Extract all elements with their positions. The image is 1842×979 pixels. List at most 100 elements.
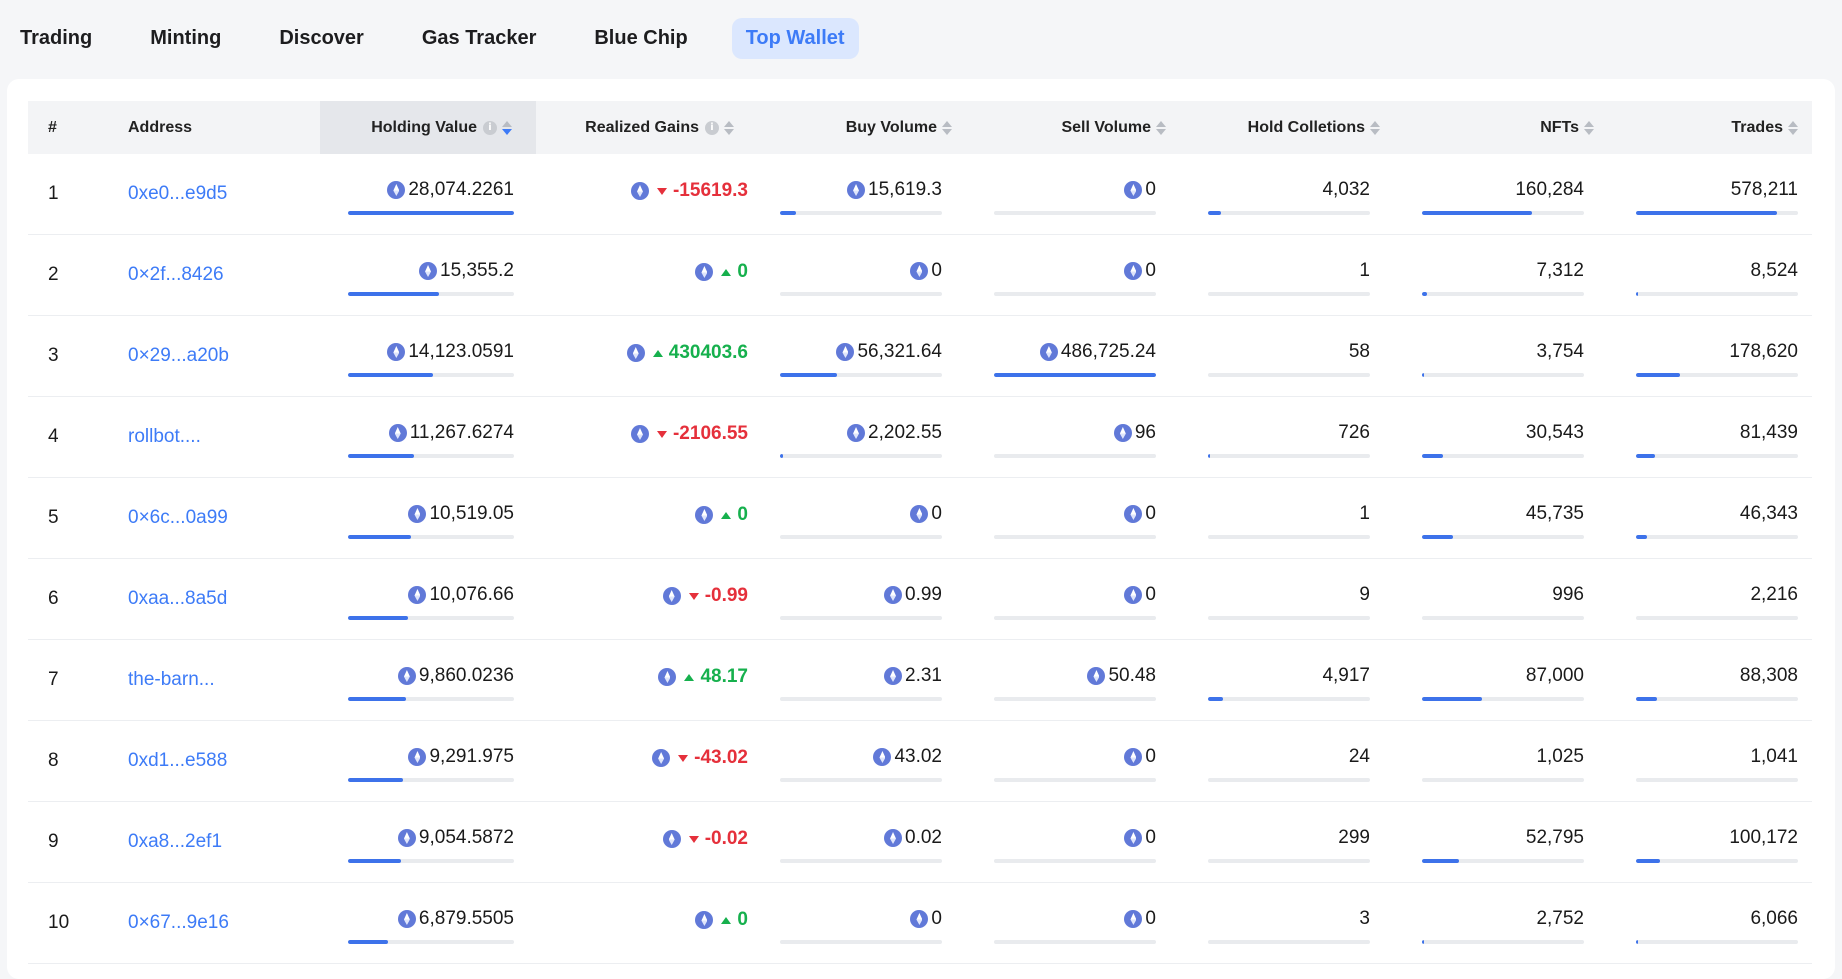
hold-collections-cell: 9 — [1208, 559, 1370, 639]
holding-value-value: 14,123.0591 — [408, 341, 514, 362]
eth-icon — [408, 505, 427, 523]
eth-icon — [1124, 586, 1143, 604]
sort-icon[interactable] — [1156, 120, 1166, 135]
holding-value-value: 11,267.6274 — [409, 422, 514, 443]
header-hold-collections[interactable]: Hold Colletions — [1178, 101, 1392, 154]
table-row[interactable]: 1 0xe0...e9d5 28,074.2261 -15619.3 15,619.3 0… — [28, 154, 1812, 235]
sell-volume-cell: 0 — [994, 883, 1156, 963]
eth-icon — [884, 829, 903, 847]
trades-cell: 81,439 — [1636, 397, 1798, 477]
sort-icon[interactable] — [942, 120, 952, 135]
hold-collections-bar — [1208, 535, 1370, 539]
holding-value-cell: 9,860.0236 — [348, 640, 514, 720]
realized-gains-cell: -43.02 — [568, 721, 748, 801]
hold-collections-bar — [1208, 373, 1370, 377]
sell-volume-bar — [994, 940, 1156, 944]
nfts-value: 996 — [1552, 584, 1584, 605]
trades-value-wrap: 81,439 — [1740, 422, 1798, 444]
sell-volume-value: 0 — [1145, 179, 1156, 200]
nfts-bar — [1422, 697, 1584, 701]
holding-value-cell: 10,519.05 — [348, 478, 514, 558]
sell-volume-cell: 0 — [994, 154, 1156, 234]
table-row[interactable]: 9 0xa8...2ef1 9,054.5872 -0.02 0.02 0 299 52,79… — [28, 802, 1812, 883]
buy-volume-value: 0 — [931, 503, 942, 524]
sell-volume-cell: 96 — [994, 397, 1156, 477]
header-sell-volume[interactable]: Sell Volume — [964, 101, 1178, 154]
holding-value-value: 9,054.5872 — [418, 827, 514, 848]
wallet-address-link[interactable]: rollbot.... — [128, 397, 308, 477]
hold-collections-value-wrap: 9 — [1359, 584, 1370, 606]
header-address-label: Address — [128, 118, 193, 136]
table-row[interactable]: 6 0xaa...8a5d 10,076.66 -0.99 0.99 0 9 996 2,216 — [28, 559, 1812, 640]
table-row[interactable]: 2 0×2f...8426 15,355.2 0 0 0 1 7,312 8,524 — [28, 235, 1812, 316]
nfts-value-wrap: 3,754 — [1536, 341, 1584, 363]
wallet-address-link[interactable]: 0xd1...e588 — [128, 721, 308, 801]
wallet-address-link[interactable]: 0×6c...0a99 — [128, 478, 308, 558]
triangle-down-icon — [688, 592, 699, 600]
sell-volume-value: 0 — [1145, 260, 1156, 281]
tab-gas-tracker[interactable]: Gas Tracker — [408, 18, 551, 59]
trades-bar — [1636, 454, 1798, 458]
tab-blue-chip[interactable]: Blue Chip — [580, 18, 701, 59]
sell-volume-cell: 486,725.24 — [994, 316, 1156, 396]
sort-icon[interactable] — [502, 120, 512, 135]
sell-volume-value-wrap: 50.48 — [1087, 665, 1156, 687]
trades-cell: 6,066 — [1636, 883, 1798, 963]
wallet-address-link[interactable]: 0xe0...e9d5 — [128, 154, 308, 234]
realized-gains-value: 0 — [737, 261, 748, 282]
info-icon[interactable]: i — [705, 120, 719, 135]
buy-volume-bar-fill — [780, 454, 784, 458]
sell-volume-bar — [994, 697, 1156, 701]
table-row[interactable]: 7 the-barn... 9,860.0236 48.17 2.31 50.48 4,91… — [28, 640, 1812, 721]
wallet-address-link[interactable]: 0×29...a20b — [128, 316, 308, 396]
hold-collections-bar — [1208, 940, 1370, 944]
holding-value-value-wrap: 10,076.66 — [408, 584, 514, 606]
hold-collections-value: 726 — [1338, 422, 1370, 443]
table-row[interactable]: 10 0×67...9e16 6,879.5505 0 0 0 3 2,752 6,066 — [28, 883, 1812, 964]
header-trades[interactable]: Trades — [1606, 101, 1812, 154]
info-icon[interactable]: i — [483, 120, 497, 135]
tab-top-wallet[interactable]: Top Wallet — [731, 17, 859, 59]
wallet-address-link[interactable]: the-barn... — [128, 640, 308, 720]
sell-volume-value-wrap: 0 — [1124, 908, 1156, 930]
header-realized-gains[interactable]: Realized Gains i — [536, 101, 750, 154]
tab-trading[interactable]: Trading — [6, 18, 106, 59]
eth-icon — [387, 181, 406, 199]
buy-volume-value-wrap: 2,202.55 — [847, 422, 942, 444]
hold-collections-value: 4,917 — [1322, 665, 1370, 686]
trades-value: 88,308 — [1739, 665, 1798, 686]
sell-volume-value-wrap: 0 — [1124, 503, 1156, 525]
nfts-bar-fill — [1422, 373, 1425, 377]
eth-icon — [662, 587, 681, 605]
wallet-address-link[interactable]: 0xaa...8a5d — [128, 559, 308, 639]
buy-volume-cell: 0 — [780, 478, 942, 558]
holding-value-value: 10,076.66 — [429, 584, 514, 605]
table-row[interactable]: 4 rollbot.... 11,267.6274 -2106.55 2,202.55 9… — [28, 397, 1812, 478]
hold-collections-bar — [1208, 616, 1370, 620]
buy-volume-value: 0 — [931, 260, 942, 281]
sort-icon[interactable] — [724, 120, 734, 135]
sort-icon[interactable] — [1584, 120, 1594, 135]
header-buy-volume[interactable]: Buy Volume — [750, 101, 964, 154]
wallet-address-link[interactable]: 0×2f...8426 — [128, 235, 308, 315]
header-holding-value[interactable]: Holding Value i — [320, 101, 536, 154]
realized-gains-cell: 430403.6 — [568, 316, 748, 396]
wallet-address-link[interactable]: 0×67...9e16 — [128, 883, 308, 963]
table-row[interactable]: 5 0×6c...0a99 10,519.05 0 0 0 1 45,735 46,343 — [28, 478, 1812, 559]
table-row[interactable]: 3 0×29...a20b 14,123.0591 430403.6 56,321.64… — [28, 316, 1812, 397]
holding-value-value-wrap: 9,860.0236 — [397, 665, 514, 687]
header-nfts[interactable]: NFTs — [1392, 101, 1606, 154]
sort-icon[interactable] — [1370, 120, 1380, 135]
wallet-address-link[interactable]: 0xa8...2ef1 — [128, 802, 308, 882]
sell-volume-cell: 0 — [994, 559, 1156, 639]
tab-discover[interactable]: Discover — [265, 18, 378, 59]
sort-icon[interactable] — [1788, 120, 1798, 135]
nfts-cell: 30,543 — [1422, 397, 1584, 477]
rank-cell: 5 — [48, 507, 59, 528]
hold-collections-cell: 4,917 — [1208, 640, 1370, 720]
table-body: 1 0xe0...e9d5 28,074.2261 -15619.3 15,619.3 0… — [28, 154, 1812, 964]
tab-minting[interactable]: Minting — [136, 18, 235, 59]
realized-gains-wrap: -15619.3 — [630, 180, 748, 202]
table-row[interactable]: 8 0xd1...e588 9,291.975 -43.02 43.02 0 24 1,025… — [28, 721, 1812, 802]
holding-value-bar — [348, 373, 514, 377]
